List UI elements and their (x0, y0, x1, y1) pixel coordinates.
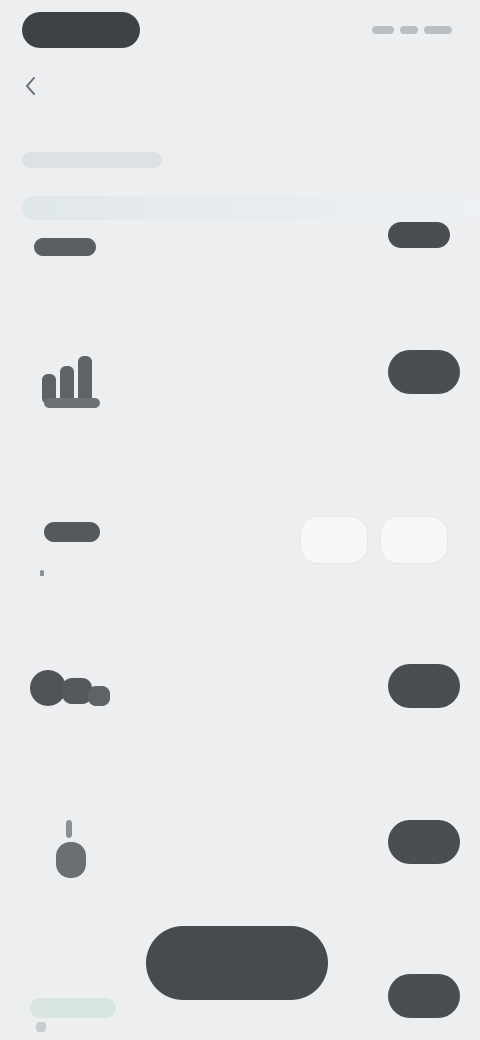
list-item[interactable] (0, 204, 480, 324)
status-time (22, 12, 140, 48)
segmented-control[interactable] (300, 516, 448, 564)
chevron-left-icon[interactable] (24, 74, 36, 98)
list-item[interactable] (0, 320, 480, 440)
page-title (22, 152, 162, 168)
list-icon (26, 204, 116, 294)
list-item[interactable] (0, 796, 480, 916)
minus-icon (26, 486, 116, 576)
status-indicators (362, 20, 452, 40)
toggle-switch[interactable] (388, 222, 450, 248)
segment-option[interactable] (300, 516, 368, 564)
cursor-icon (26, 806, 116, 896)
toggle-switch[interactable] (388, 974, 460, 1018)
status-bar (0, 0, 480, 95)
bar-chart-icon (26, 330, 116, 420)
toggle-switch[interactable] (388, 350, 460, 394)
toggle-switch[interactable] (388, 820, 460, 864)
primary-action-button[interactable] (146, 926, 328, 1000)
battery-icon (424, 26, 452, 34)
list-item[interactable] (0, 636, 480, 756)
toggle-switch[interactable] (388, 664, 460, 708)
segment-option[interactable] (380, 516, 448, 564)
signal-icon (372, 26, 394, 34)
tag-icon (30, 998, 116, 1032)
shapes-icon (26, 642, 116, 732)
list-item[interactable] (0, 478, 480, 598)
wifi-icon (400, 26, 418, 34)
